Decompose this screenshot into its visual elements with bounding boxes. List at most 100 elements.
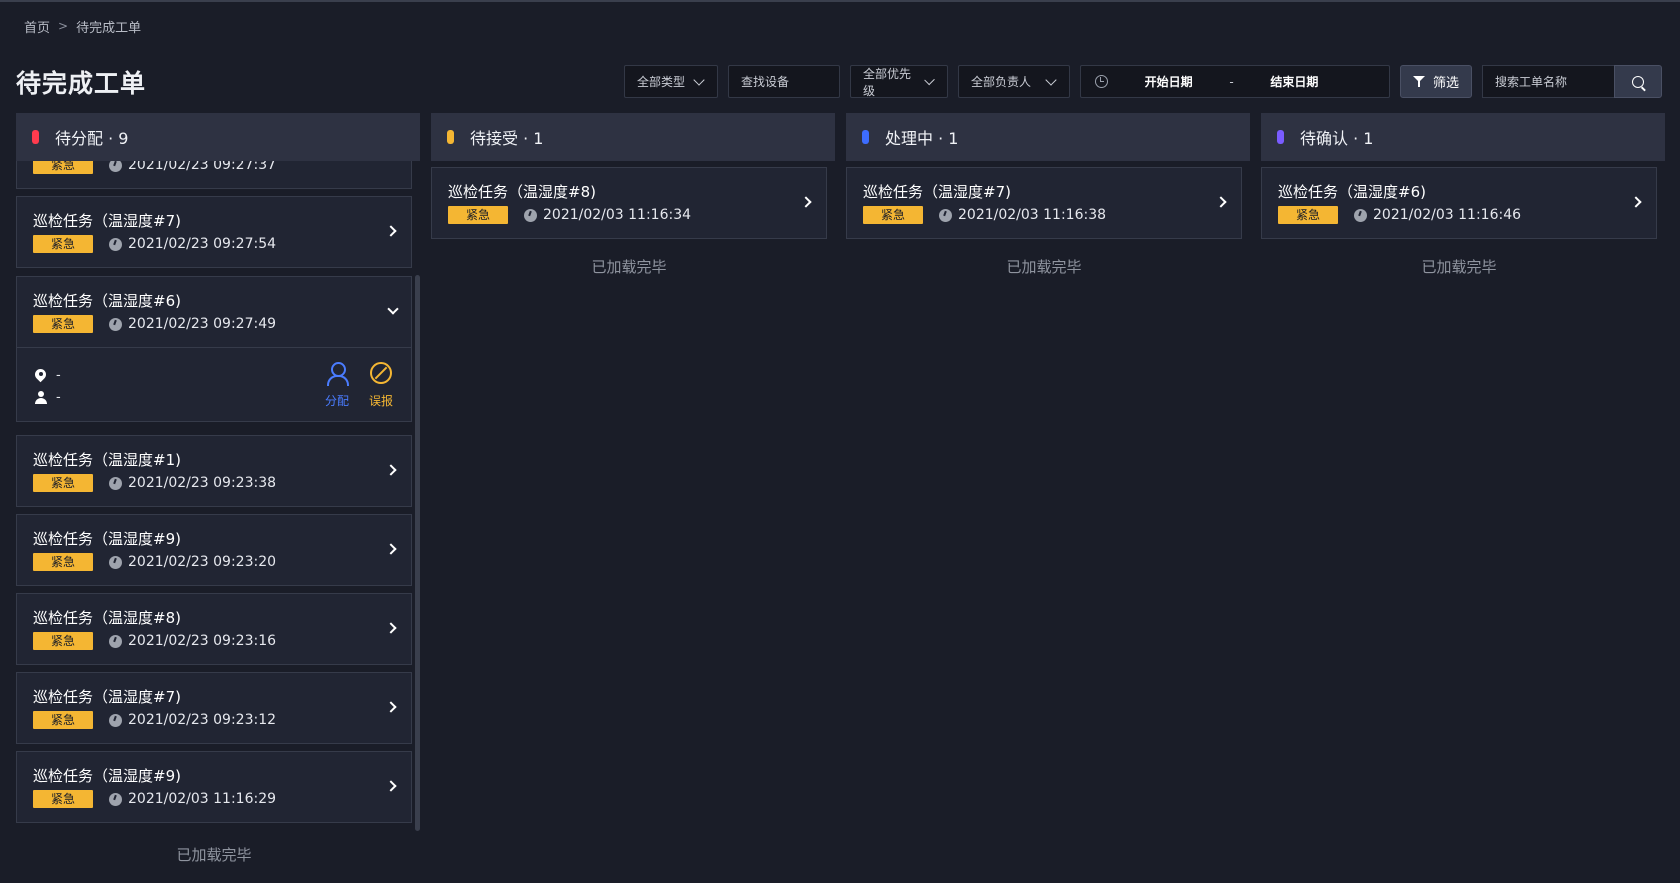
priority-select[interactable]: 全部优先级 bbox=[850, 65, 948, 98]
card-meta: 紧急 2021/02/23 09:27:54 bbox=[33, 235, 411, 253]
card-title: 巡检任务（温湿度#9) bbox=[33, 530, 181, 548]
kanban-board: 待分配 · 9 紧急 2021/02/23 09:27:37 巡检任务（温湿度#… bbox=[16, 113, 1665, 883]
filter-icon bbox=[1412, 75, 1427, 88]
assignee-value: - bbox=[56, 389, 61, 405]
task-card[interactable]: 巡检任务（温湿度#9) 紧急 2021/02/23 09:23:20 bbox=[16, 514, 412, 586]
column-body: 巡检任务（温湿度#6) 紧急 2021/02/03 11:16:46 已加载完毕 bbox=[1261, 161, 1665, 879]
task-card[interactable]: 巡检任务（温湿度#7) 紧急 2021/02/23 09:23:12 bbox=[16, 672, 412, 744]
column-in-progress: 处理中 · 1 巡检任务（温湿度#7) 紧急 2021/02/03 11:16:… bbox=[846, 113, 1250, 883]
clock-icon bbox=[109, 713, 122, 727]
card-meta: 紧急 2021/02/23 09:27:49 bbox=[33, 315, 411, 333]
false-report-button[interactable]: 误报 bbox=[369, 362, 393, 409]
loaded-complete-text: 已加载完毕 bbox=[176, 846, 252, 864]
card-time: 2021/02/03 11:16:29 bbox=[128, 791, 277, 807]
search-button[interactable] bbox=[1614, 65, 1662, 98]
card-time: 2021/02/03 11:16:34 bbox=[543, 207, 692, 223]
card-title: 巡检任务（温湿度#7) bbox=[33, 688, 181, 706]
card-details: - - 分配 误报 bbox=[17, 347, 411, 421]
device-search-input[interactable]: 查找设备 bbox=[728, 65, 840, 98]
clock-icon bbox=[939, 208, 952, 222]
false-report-label: 误报 bbox=[368, 394, 393, 408]
card-time: 2021/02/23 09:27:54 bbox=[128, 236, 277, 252]
urgent-badge: 紧急 bbox=[33, 474, 93, 492]
card-time: 2021/02/03 11:16:38 bbox=[958, 207, 1107, 223]
task-card[interactable]: 巡检任务（温湿度#1) 紧急 2021/02/23 09:23:38 bbox=[16, 435, 412, 507]
card-title: 巡检任务（温湿度#7) bbox=[863, 183, 1011, 201]
card-time: 2021/02/23 09:23:20 bbox=[128, 554, 277, 570]
card-time: 2021/02/23 09:23:38 bbox=[128, 475, 277, 491]
card-main: 巡检任务（温湿度#8) 紧急 2021/02/03 11:16:34 bbox=[432, 168, 826, 238]
card-title: 巡检任务（温湿度#9) bbox=[33, 767, 181, 785]
card-main: 巡检任务（温湿度#7) 紧急 2021/02/23 09:27:54 bbox=[17, 197, 411, 267]
urgent-badge: 紧急 bbox=[1278, 206, 1338, 224]
toolbar: 全部类型 查找设备 全部优先级 全部负责人 开始日期 - 结束日期 筛选 搜索工… bbox=[624, 65, 1662, 98]
urgent-badge: 紧急 bbox=[33, 790, 93, 808]
filter-button[interactable]: 筛选 bbox=[1400, 65, 1472, 98]
card-main: 巡检任务（温湿度#7) 紧急 2021/02/23 09:23:12 bbox=[17, 673, 411, 743]
task-card[interactable]: 巡检任务（温湿度#6) 紧急 2021/02/03 11:16:46 bbox=[1261, 167, 1657, 239]
filter-button-label: 筛选 bbox=[1432, 76, 1459, 91]
status-marker-blue bbox=[862, 130, 869, 144]
task-card[interactable]: 巡检任务（温湿度#7) 紧急 2021/02/23 09:27:54 bbox=[16, 196, 412, 268]
task-card-expanded[interactable]: 巡检任务（温湿度#6) 紧急 2021/02/23 09:27:49 - - 分… bbox=[16, 276, 412, 422]
card-main: 巡检任务（温湿度#7) 紧急 2021/02/03 11:16:38 bbox=[847, 168, 1241, 238]
breadcrumb: 首页 > 待完成工单 bbox=[24, 16, 141, 36]
urgent-badge: 紧急 bbox=[33, 553, 93, 571]
task-card[interactable]: 巡检任务（温湿度#8) 紧急 2021/02/03 11:16:34 bbox=[431, 167, 827, 239]
card-main: 巡检任务（温湿度#8) 紧急 2021/02/23 09:23:16 bbox=[17, 594, 411, 664]
search-input[interactable]: 搜索工单名称 bbox=[1482, 65, 1614, 98]
card-meta: 紧急 2021/02/23 09:27:37 bbox=[33, 161, 411, 174]
card-main: 巡检任务（温湿度#1) 紧急 2021/02/23 09:23:38 bbox=[17, 436, 411, 506]
clock-icon bbox=[109, 317, 122, 331]
task-card[interactable]: 巡检任务（温湿度#8) 紧急 2021/02/23 09:23:16 bbox=[16, 593, 412, 665]
urgent-badge: 紧急 bbox=[448, 206, 508, 224]
column-pending-confirm: 待确认 · 1 巡检任务（温湿度#6) 紧急 2021/02/03 11:16:… bbox=[1261, 113, 1665, 883]
column-header: 待接受 · 1 bbox=[431, 113, 835, 161]
loaded-complete-text: 已加载完毕 bbox=[1006, 258, 1082, 276]
owner-select[interactable]: 全部负责人 bbox=[958, 65, 1070, 98]
loaded-complete-text: 已加载完毕 bbox=[591, 258, 667, 276]
card-meta: 紧急 2021/02/03 11:16:46 bbox=[1278, 206, 1656, 224]
page-title: 待完成工单 bbox=[16, 69, 147, 98]
clock-icon bbox=[109, 634, 122, 648]
search-group: 搜索工单名称 bbox=[1482, 65, 1662, 98]
user-icon bbox=[326, 362, 349, 386]
status-marker-red bbox=[32, 130, 39, 144]
card-title: 巡检任务（温湿度#8) bbox=[33, 609, 181, 627]
clock-icon bbox=[109, 792, 122, 806]
type-select[interactable]: 全部类型 bbox=[624, 65, 718, 98]
card-title: 巡检任务（温湿度#1) bbox=[33, 451, 181, 469]
clock-icon bbox=[109, 555, 122, 569]
owner-select-value: 全部负责人 bbox=[971, 75, 1032, 89]
card-title: 巡检任务（温湿度#6) bbox=[1278, 183, 1426, 201]
task-card[interactable]: 紧急 2021/02/23 09:27:37 bbox=[16, 161, 412, 189]
assign-button[interactable]: 分配 bbox=[325, 362, 349, 409]
card-main: 巡检任务（温湿度#9) 紧急 2021/02/03 11:16:29 bbox=[17, 752, 411, 822]
column-header: 处理中 · 1 bbox=[846, 113, 1250, 161]
loaded-complete-text: 已加载完毕 bbox=[1421, 258, 1497, 276]
task-card[interactable]: 巡检任务（温湿度#7) 紧急 2021/02/03 11:16:38 bbox=[846, 167, 1242, 239]
card-meta: 紧急 2021/02/23 09:23:16 bbox=[33, 632, 411, 650]
end-date-field[interactable]: 结束日期 bbox=[1270, 73, 1318, 90]
clock-icon bbox=[109, 237, 122, 251]
start-date-field[interactable]: 开始日期 bbox=[1145, 73, 1193, 90]
status-marker-yellow bbox=[447, 130, 454, 144]
scrollbar[interactable] bbox=[415, 275, 420, 831]
ban-icon bbox=[369, 362, 392, 384]
urgent-badge: 紧急 bbox=[863, 206, 923, 224]
card-main: 巡检任务（温湿度#6) 紧急 2021/02/23 09:27:49 bbox=[17, 277, 411, 347]
clock-icon bbox=[1095, 75, 1108, 88]
task-card[interactable]: 巡检任务（温湿度#9) 紧急 2021/02/03 11:16:29 bbox=[16, 751, 412, 823]
column-header: 待确认 · 1 bbox=[1261, 113, 1665, 161]
breadcrumb-home[interactable]: 首页 bbox=[24, 17, 50, 36]
card-time: 2021/02/23 09:27:37 bbox=[128, 161, 277, 173]
priority-select-value: 全部优先级 bbox=[863, 66, 912, 98]
date-separator: - bbox=[1229, 74, 1234, 89]
location-row: - bbox=[35, 364, 411, 386]
clock-icon bbox=[109, 476, 122, 490]
card-title: 巡检任务（温湿度#7) bbox=[33, 212, 181, 230]
date-range-picker[interactable]: 开始日期 - 结束日期 bbox=[1080, 65, 1390, 98]
top-border bbox=[0, 0, 1680, 2]
column-title: 待接受 · 1 bbox=[470, 129, 544, 148]
assignee-row: - bbox=[35, 386, 411, 408]
